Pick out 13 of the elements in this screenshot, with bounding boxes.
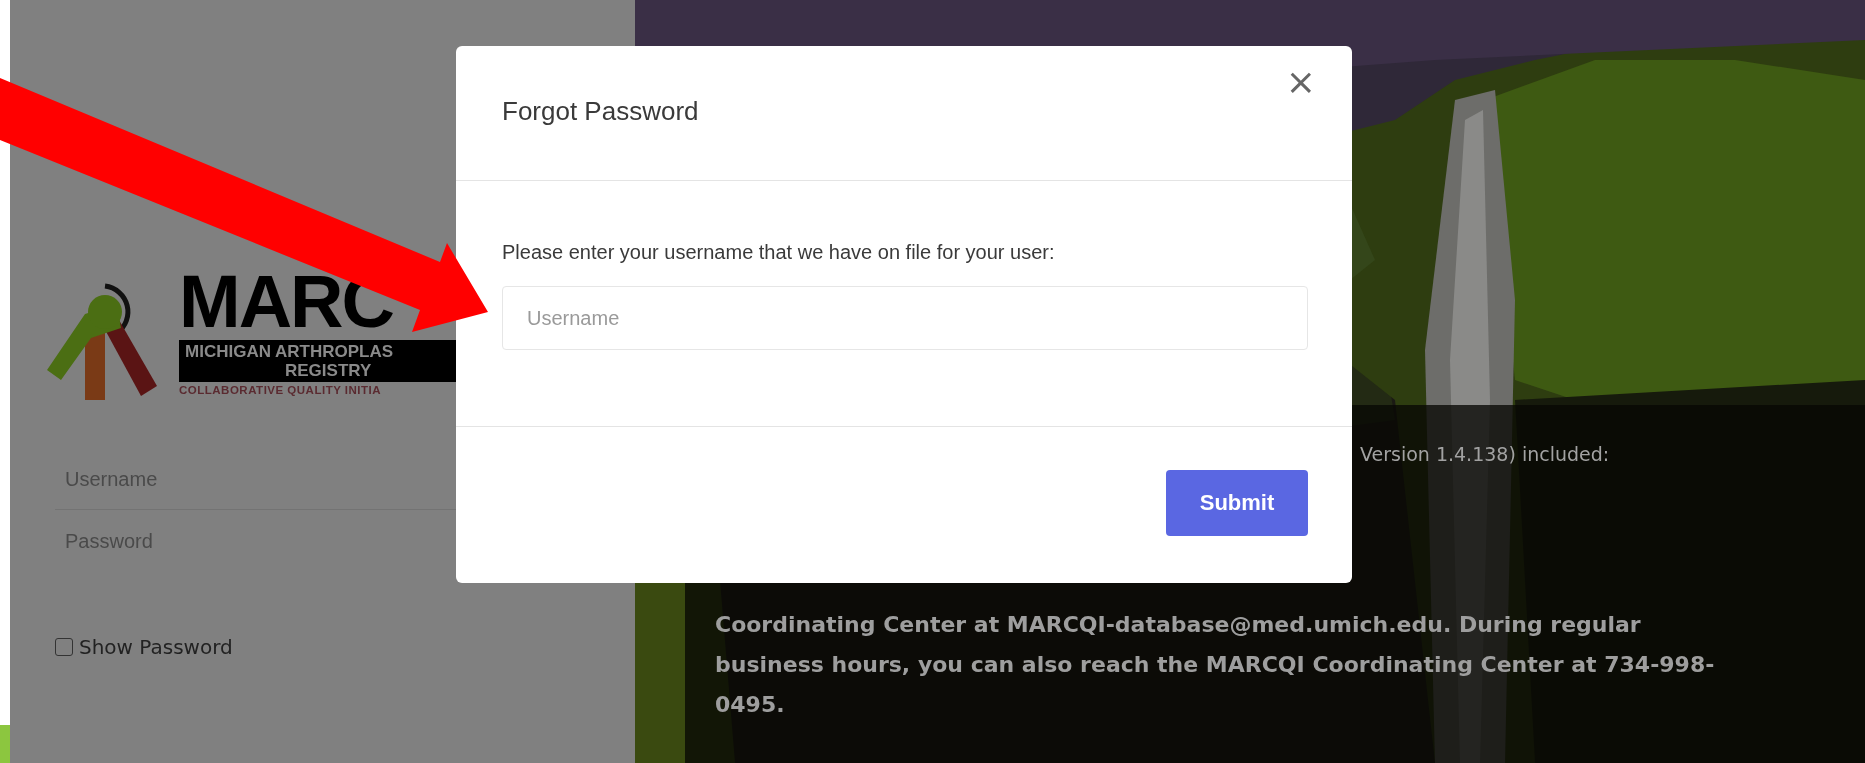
dialog-title: Forgot Password xyxy=(502,96,699,127)
close-button[interactable]: × xyxy=(1279,64,1322,100)
logo-subtitle: MICHIGAN ARTHROPLAS xyxy=(185,342,395,361)
username-input[interactable]: Username xyxy=(502,286,1308,350)
checkbox-label: Show Password xyxy=(79,635,233,659)
logo-tagline: COLLABORATIVE QUALITY INITIA xyxy=(179,384,383,396)
logo-subtitle: REGISTRY xyxy=(284,361,373,380)
prompt-text: Please enter your username that we have on file for your user: xyxy=(502,241,1056,264)
contact-text: Coordinating Center at MARCQI-database@med.umich.edu. During regular business hours, you can also reach the MARCQI Coordinating Center at 734-998-0495. xyxy=(715,611,1716,719)
version-text: Version 1.4.138) included: xyxy=(1359,443,1611,465)
checkbox[interactable] xyxy=(55,638,73,656)
submit-button[interactable]: Submit xyxy=(1166,470,1308,536)
accent-bar xyxy=(0,725,10,763)
